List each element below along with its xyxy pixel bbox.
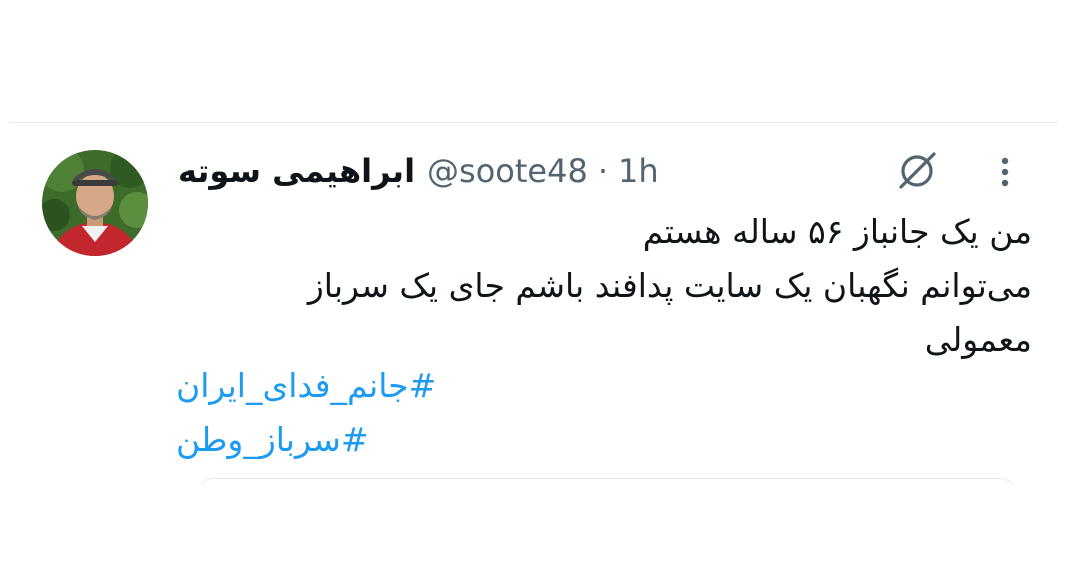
tweet-text: من یک جانباز ۵۶ ساله هستم می‌توانم نگهبا… [176, 205, 1032, 367]
grok-logo-icon [899, 152, 936, 189]
tweet-card[interactable]: ابراهیمی سوته @soote48 · 1h من یک جانباز… [0, 123, 1080, 483]
hashtag-text: #جانم_فدای_ایران [176, 366, 437, 405]
grok-icon[interactable] [893, 147, 941, 195]
tweet-header: ابراهیمی سوته @soote48 · 1h [178, 149, 659, 193]
more-options-button[interactable] [990, 152, 1020, 192]
avatar-photo-icon [42, 150, 148, 256]
hashtag-list: #جانم_فدای_ایران #سرباز_وطن [176, 359, 476, 467]
more-vertical-icon [1001, 157, 1009, 187]
display-name[interactable]: ابراهیمی سوته [178, 152, 415, 190]
avatar[interactable] [42, 150, 148, 256]
hashtag-text: #سرباز_وطن [176, 420, 369, 459]
timestamp[interactable]: 1h [618, 152, 659, 190]
bottom-blank-area [0, 484, 1080, 569]
tweet-text-line: می‌توانم نگهبان یک سایت پدافند باشم جای … [307, 266, 1032, 305]
tweet-text-line: من یک جانباز ۵۶ ساله هستم [642, 212, 1032, 251]
hashtag-link[interactable]: #سرباز_وطن [176, 413, 476, 467]
hashtag-link[interactable]: #جانم_فدای_ایران [176, 359, 476, 413]
user-handle[interactable]: @soote48 [427, 152, 588, 190]
header-separator: · [597, 152, 608, 190]
